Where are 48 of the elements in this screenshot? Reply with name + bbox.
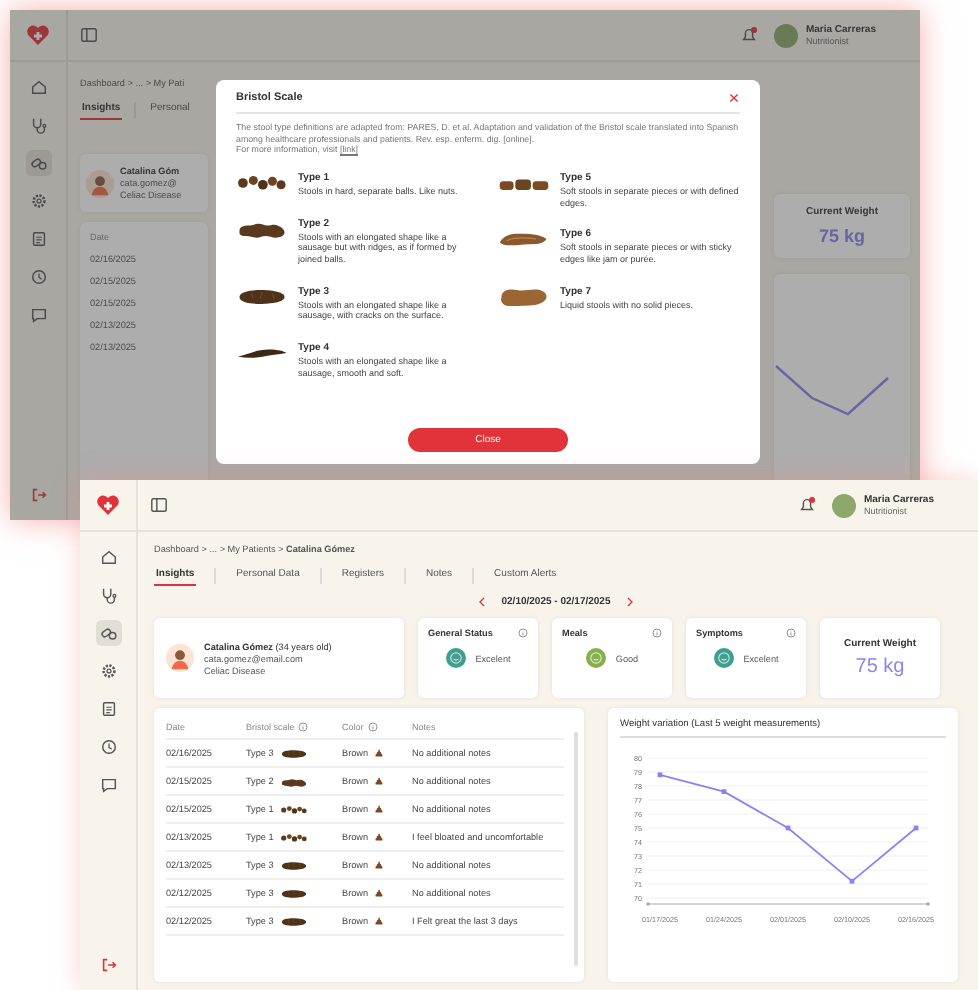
scrollbar[interactable] — [574, 732, 578, 966]
stool-drawing — [498, 285, 550, 308]
poop-icon — [374, 748, 385, 758]
sidebar-toggle-icon[interactable] — [80, 26, 98, 44]
info-icon[interactable] — [367, 722, 378, 732]
stool-drawing — [279, 775, 308, 787]
info-icon[interactable] — [786, 628, 796, 638]
heart-logo-icon — [96, 494, 120, 516]
stool-drawing — [279, 887, 308, 899]
notification-bell-icon[interactable] — [797, 496, 816, 514]
stool-drawing — [279, 859, 308, 871]
stool-drawing — [279, 747, 308, 759]
poop-icon — [374, 804, 385, 814]
stool-drawing — [279, 803, 308, 815]
patient-avatar — [166, 644, 194, 672]
user-avatar — [773, 23, 798, 47]
user-avatar — [831, 493, 856, 517]
poop-icon — [374, 916, 385, 926]
face-icon — [713, 648, 734, 668]
info-icon[interactable] — [518, 628, 528, 638]
sidebar-toggle-icon[interactable] — [150, 496, 168, 514]
stool-drawing — [498, 228, 550, 251]
poop-icon — [374, 776, 385, 786]
data-point — [849, 878, 855, 884]
stool-drawing — [279, 831, 308, 843]
data-point — [785, 825, 791, 831]
info-icon[interactable] — [298, 722, 309, 732]
stool-drawing — [236, 285, 288, 308]
data-point — [657, 772, 663, 778]
poop-icon — [374, 860, 385, 870]
face-icon — [585, 648, 606, 668]
notification-bell-icon[interactable] — [739, 26, 758, 44]
weight-value: 75 kg — [855, 656, 905, 678]
data-point — [913, 825, 919, 831]
close-icon[interactable] — [728, 92, 740, 104]
face-icon — [445, 648, 466, 668]
previous-chevron-icon[interactable] — [477, 596, 486, 608]
patient-avatar — [86, 169, 114, 197]
stool-drawing — [279, 915, 308, 927]
poop-icon — [374, 832, 385, 842]
line-chart-drawing — [774, 363, 890, 415]
weight-value: 75 kg — [818, 226, 865, 246]
info-icon[interactable] — [652, 628, 662, 638]
heart-logo-icon — [26, 24, 50, 46]
stool-drawing — [236, 172, 288, 195]
data-point — [721, 789, 727, 794]
next-chevron-icon[interactable] — [626, 596, 635, 608]
poop-icon — [374, 888, 385, 898]
